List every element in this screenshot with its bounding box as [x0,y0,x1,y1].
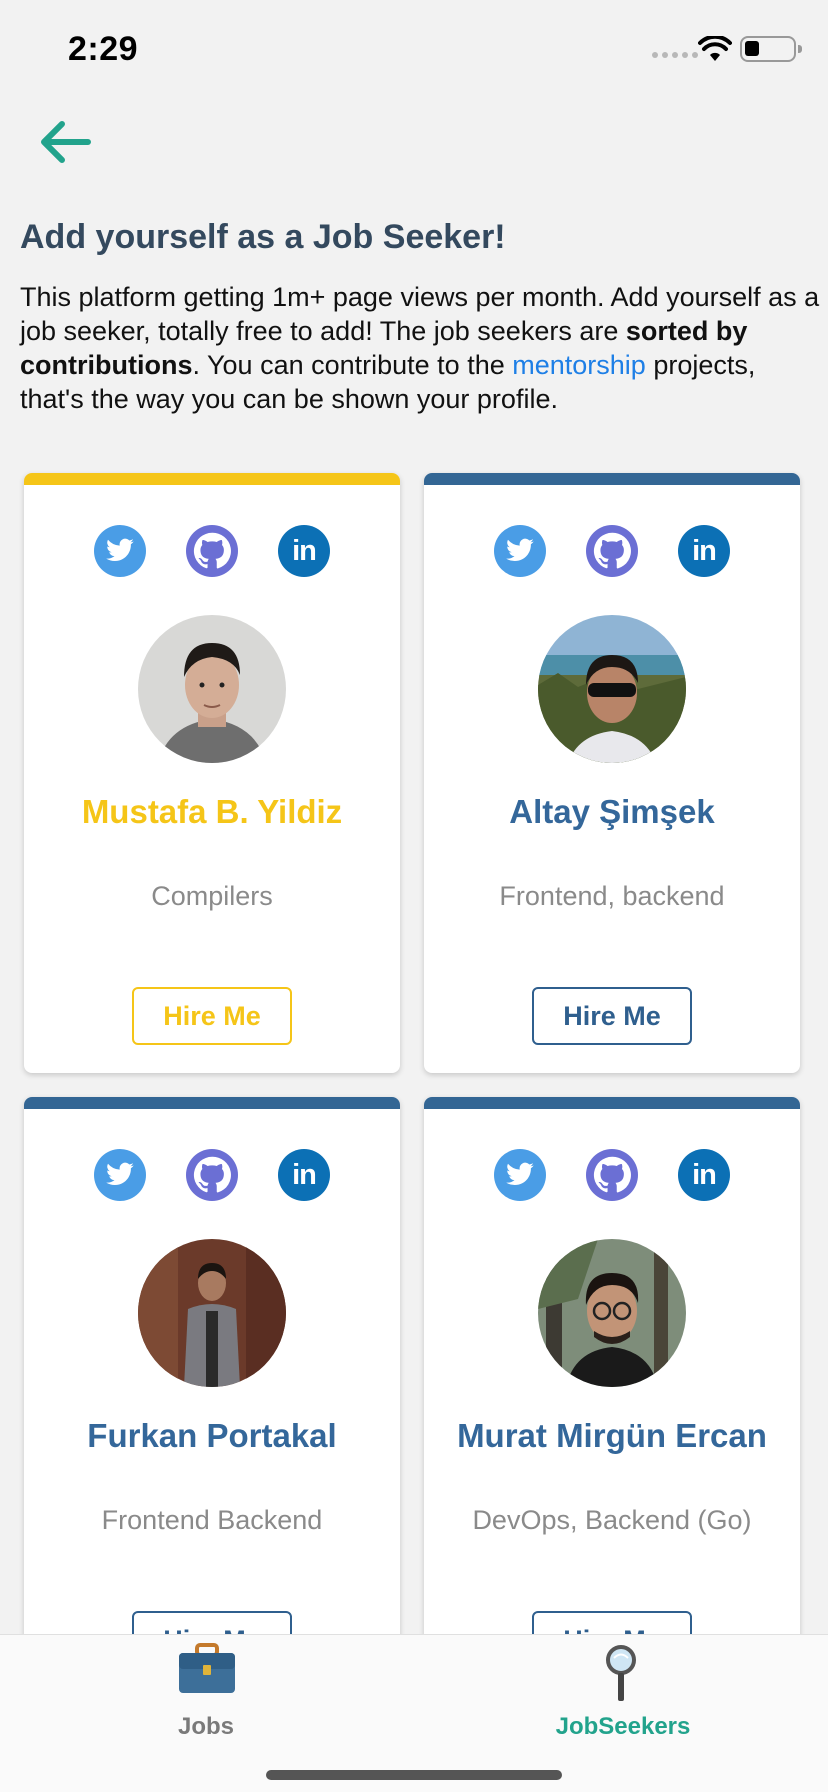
job-seeker-card: in Mustafa B. Yildiz Compilers Hire Me [24,473,400,1073]
intro-text-2: . You can contribute to the [192,350,513,380]
hire-me-button[interactable]: Hire Me [532,987,692,1045]
seeker-name: Murat Mirgün Ercan [457,1417,767,1454]
tab-jobseekers-label: JobSeekers [555,1713,691,1740]
job-seekers-screen: 2:29 Add yourself as a Job Seeker! This … [0,0,828,1792]
avatar [538,615,686,763]
linkedin-icon[interactable]: in [278,525,330,577]
magnifier-icon [606,1645,636,1701]
cellular-signal-icon [652,52,698,58]
avatar [138,615,286,763]
mentorship-link[interactable]: mentorship [512,350,646,380]
avatar [138,1239,286,1387]
hire-me-button[interactable]: Hire Me [132,987,292,1045]
github-icon[interactable] [186,525,238,577]
home-indicator [266,1770,562,1780]
card-accent-bar [24,473,400,485]
twitter-icon[interactable] [494,1149,546,1201]
wifi-icon [698,36,732,61]
linkedin-icon[interactable]: in [678,1149,730,1201]
card-accent-bar [24,1097,400,1109]
social-links: in [424,1149,800,1201]
twitter-icon[interactable] [94,1149,146,1201]
seeker-skills: DevOps, Backend (Go) [472,1505,752,1535]
briefcase-icon [179,1643,235,1693]
social-links: in [24,1149,400,1201]
tab-jobs-label: Jobs [177,1713,234,1740]
seeker-name: Furkan Portakal [87,1417,337,1454]
seeker-name: Mustafa B. Yildiz [81,793,343,830]
seeker-skills: Frontend, backend [499,881,725,911]
status-bar: 2:29 [0,0,828,100]
seeker-skills: Frontend Backend [101,1505,323,1535]
seeker-name: Altay Şimşek [509,793,715,830]
github-icon[interactable] [586,525,638,577]
tab-jobseekers[interactable]: JobSeekers [414,1635,828,1755]
intro-paragraph: This platform getting 1m+ page views per… [20,280,826,416]
github-icon[interactable] [186,1149,238,1201]
linkedin-icon[interactable]: in [278,1149,330,1201]
social-links: in [424,525,800,577]
job-seeker-card: in Altay Şimşek Frontend, backend Hire M… [424,473,800,1073]
twitter-icon[interactable] [94,525,146,577]
page-title: Add yourself as a Job Seeker! [20,218,506,256]
github-icon[interactable] [586,1149,638,1201]
status-time: 2:29 [68,30,139,68]
social-links: in [24,525,400,577]
seeker-skills: Compilers [151,881,273,911]
back-button[interactable] [30,112,100,172]
twitter-icon[interactable] [494,525,546,577]
avatar [538,1239,686,1387]
back-arrow-icon [41,121,91,163]
battery-icon [740,36,802,62]
card-accent-bar [424,473,800,485]
tab-jobs[interactable]: Jobs [0,1635,414,1755]
linkedin-icon[interactable]: in [678,525,730,577]
card-accent-bar [424,1097,800,1109]
tab-bar: Jobs JobSeekers [0,1634,828,1792]
